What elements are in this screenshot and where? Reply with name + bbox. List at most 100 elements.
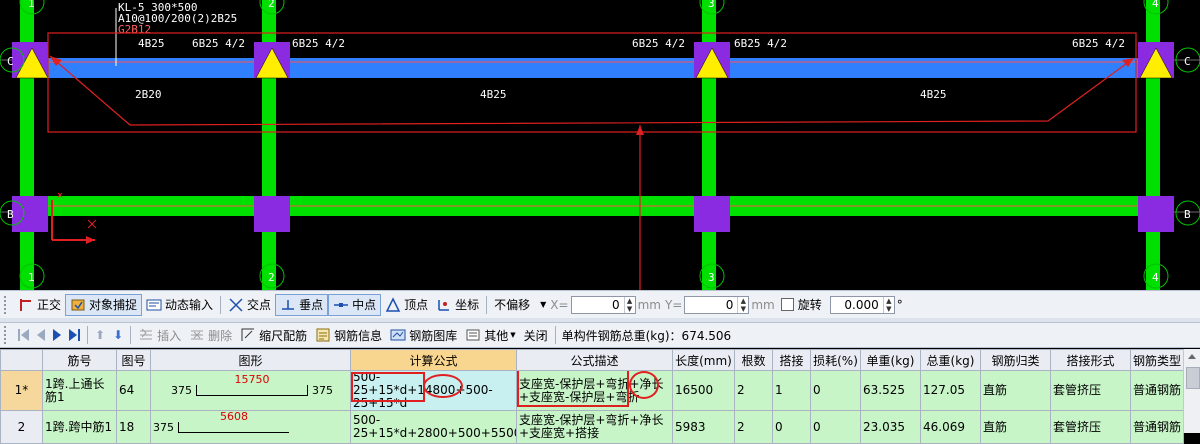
insert-label: 插入	[157, 328, 182, 343]
rotate-checkbox[interactable]	[780, 298, 794, 311]
table-row[interactable]: 1* 1跨.上通长筋1 64 375 15750 375 500-25+15*d…	[0, 370, 1184, 411]
cell-loss[interactable]: 0	[810, 410, 861, 444]
header-shape[interactable]: 图形	[150, 349, 351, 371]
cell-count[interactable]: 2	[734, 370, 773, 411]
cell-bar-type[interactable]: 普通钢筋	[1130, 370, 1184, 411]
cell-formula-desc[interactable]: 支座宽-保护层+弯折+净长+支座宽+搭接	[516, 410, 673, 444]
spin-arrows-icon[interactable]: ▲ ▼	[737, 296, 748, 313]
cell-bar-type[interactable]: 普通钢筋	[1130, 410, 1184, 444]
rebar-info-button[interactable]: 钢筋信息	[311, 324, 386, 346]
header-formula[interactable]: 计算公式	[350, 349, 517, 371]
perpendicular-button[interactable]: 垂点	[275, 293, 329, 316]
cell-lap-type[interactable]: 套管挤压	[1050, 410, 1131, 444]
move-up-button[interactable]: ⬆	[91, 324, 109, 346]
x-input-value: 0	[611, 297, 620, 312]
last-icon	[69, 329, 80, 341]
x-input[interactable]: 0 ▲ ▼	[570, 295, 636, 314]
move-down-button[interactable]: ⬇	[109, 324, 127, 346]
cell-total-weight[interactable]: 127.05	[920, 370, 981, 411]
row-index[interactable]: 1*	[0, 370, 43, 411]
cell-figure-no[interactable]: 64	[116, 370, 151, 411]
first-icon	[18, 329, 29, 341]
axis-left-c: C	[7, 55, 14, 68]
cell-lap-type[interactable]: 套管挤压	[1050, 370, 1131, 411]
prev-record-button[interactable]	[33, 324, 49, 346]
header-total-weight[interactable]: 总重(kg)	[920, 349, 981, 371]
cell-lap[interactable]: 0	[772, 410, 811, 444]
cell-unit-weight[interactable]: 63.525	[860, 370, 921, 411]
other-icon	[465, 327, 481, 343]
first-record-button[interactable]	[14, 324, 33, 346]
rotate-input[interactable]: 0.000 ▲ ▼	[829, 295, 895, 314]
header-loss[interactable]: 损耗(%)	[810, 349, 861, 371]
header-length[interactable]: 长度(mm)	[672, 349, 735, 371]
next-record-button[interactable]	[49, 324, 65, 346]
spin-arrows-icon[interactable]: ▲ ▼	[623, 296, 635, 313]
header-figure-no[interactable]: 图号	[116, 349, 151, 371]
toolbar-grip[interactable]	[4, 295, 10, 314]
axis-bottom-4: 4	[1152, 271, 1159, 284]
annotation-box	[351, 372, 425, 402]
cell-bar-name[interactable]: 1跨.上通长筋1	[42, 370, 117, 411]
last-record-button[interactable]	[65, 324, 84, 346]
table-scrollbar[interactable]	[1183, 349, 1200, 433]
cell-category[interactable]: 直筋	[980, 410, 1051, 444]
cell-shape[interactable]: 375 15750 375	[150, 370, 351, 411]
x-unit: mm	[637, 297, 661, 312]
dynamic-input-button[interactable]: 动态输入	[142, 294, 217, 316]
other-menu-button[interactable]: 其他 ▼	[461, 324, 519, 346]
scroll-up-icon[interactable]	[1188, 354, 1196, 359]
y-input-value: 0	[725, 297, 734, 312]
scale-rebar-button[interactable]: 缩尺配筋	[236, 324, 311, 346]
cad-drawing-canvas[interactable]: 1 2 3 4 1 2 3 4 C B C B KL-5 300*500 A10…	[0, 0, 1200, 290]
cell-bar-name[interactable]: 1跨.跨中筋1	[42, 410, 117, 444]
top-rebar-5: 6B25 4/2	[734, 37, 787, 50]
scroll-thumb[interactable]	[1186, 367, 1200, 389]
row-index[interactable]: 2	[0, 410, 43, 444]
header-formula-desc[interactable]: 公式描述	[516, 349, 673, 371]
intersection-button[interactable]: 交点	[224, 294, 275, 316]
cell-loss[interactable]: 0	[810, 370, 861, 411]
toolbar-separator	[87, 326, 88, 344]
cell-formula-desc[interactable]: 支座宽-保护层+弯折+净长+支座宽-保护层+弯折	[516, 370, 673, 411]
cell-category[interactable]: 直筋	[980, 370, 1051, 411]
cell-unit-weight[interactable]: 23.035	[860, 410, 921, 444]
header-bar-type[interactable]: 钢筋类型	[1130, 349, 1184, 371]
cell-formula[interactable]: 500-25+15*d+14800+500-25+15*d	[350, 370, 517, 411]
insert-button[interactable]: 插入	[134, 324, 185, 346]
vertex-button[interactable]: 顶点	[381, 294, 432, 316]
arrow-up-icon: ⬆	[95, 328, 106, 342]
y-input[interactable]: 0 ▲ ▼	[684, 295, 750, 314]
spin-arrows-icon[interactable]: ▲ ▼	[882, 296, 894, 313]
bottom-rebar-2: 4B25	[480, 88, 507, 101]
header-lap[interactable]: 搭接	[772, 349, 811, 371]
header-lap-type[interactable]: 搭接形式	[1050, 349, 1131, 371]
cell-total-weight[interactable]: 46.069	[920, 410, 981, 444]
cell-shape[interactable]: 375 5608	[150, 410, 351, 444]
cell-count[interactable]: 2	[734, 410, 773, 444]
header-bar-name[interactable]: 筋号	[42, 349, 117, 371]
coordinate-button[interactable]: 坐标	[432, 294, 483, 316]
table-row[interactable]: 2 1跨.跨中筋1 18 375 5608 500-25+15*d+2800+5…	[0, 410, 1184, 444]
cell-formula[interactable]: 500-25+15*d+2800+500+5500/3	[350, 410, 517, 444]
midpoint-button[interactable]: 中点	[328, 293, 382, 316]
close-button[interactable]: 关闭	[520, 324, 552, 346]
cell-lap[interactable]: 1	[772, 370, 811, 411]
shape-length: 15750	[234, 373, 270, 386]
ortho-button[interactable]: 正交	[14, 294, 65, 316]
intersection-label: 交点	[247, 298, 272, 312]
header-unit-weight[interactable]: 单重(kg)	[860, 349, 921, 371]
cell-length[interactable]: 5983	[672, 410, 735, 444]
header-count[interactable]: 根数	[734, 349, 773, 371]
beam-kl5[interactable]	[20, 58, 1170, 78]
header-category[interactable]: 钢筋归类	[980, 349, 1051, 371]
cell-length[interactable]: 16500	[672, 370, 735, 411]
axis-right-c: C	[1184, 55, 1191, 68]
offset-select[interactable]: 不偏移 ▼	[490, 294, 550, 316]
x-label: X=	[550, 297, 569, 312]
rebar-library-button[interactable]: 钢筋图库	[386, 324, 461, 346]
object-snap-button[interactable]: 对象捕捉	[65, 293, 143, 316]
cell-figure-no[interactable]: 18	[116, 410, 151, 444]
toolbar-grip[interactable]	[4, 326, 10, 344]
delete-button[interactable]: 删除	[185, 324, 236, 346]
